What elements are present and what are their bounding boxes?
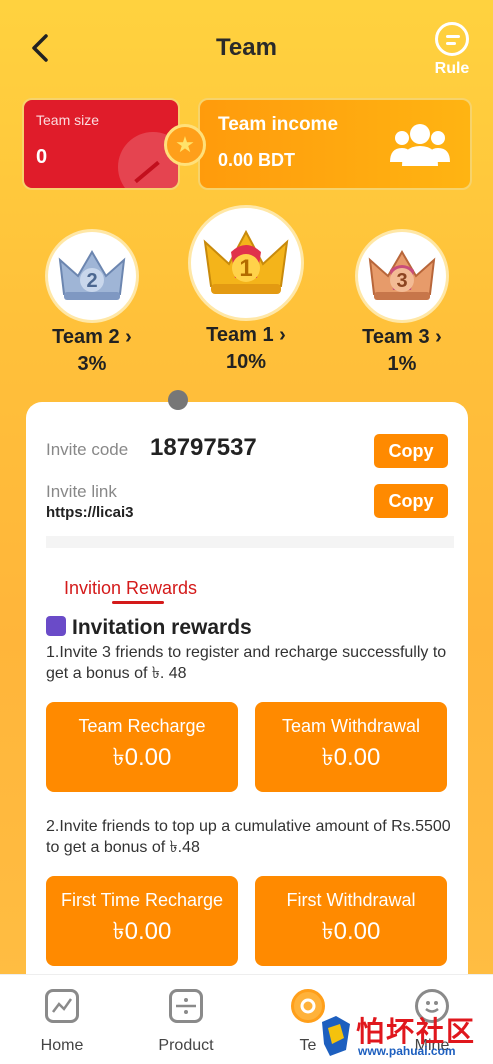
invite-link-value: https://licai3: [46, 504, 134, 521]
copy-link-button[interactable]: Copy: [374, 484, 448, 518]
crown-bronze-icon: 3: [358, 232, 446, 320]
team-withdrawal-card: Team Withdrawal ৳0.00: [255, 702, 447, 792]
card-label: First Withdrawal: [286, 890, 416, 910]
section-title: Invitation rewards: [46, 616, 252, 640]
people-icon: [390, 124, 450, 166]
invite-panel: Invite code 18797537 Copy Invite link ht…: [26, 402, 468, 1022]
invite-link-label: Invite link: [46, 482, 117, 501]
first-withdrawal-card: First Withdrawal ৳0.00: [255, 876, 447, 966]
reward-rule-1: 1.Invite 3 friends to register and recha…: [46, 644, 447, 682]
team-income-value: 0.00 BDT: [218, 150, 296, 170]
rule-button[interactable]: Rule: [431, 22, 473, 78]
team-income-label: Team income: [218, 114, 339, 135]
nav-product[interactable]: Product: [146, 989, 226, 1055]
invite-code-value: 18797537: [150, 434, 257, 461]
team-size-label: Team size: [36, 112, 100, 128]
tier-team-2[interactable]: 2 Team 2 › 3%: [44, 232, 140, 376]
product-icon: [169, 989, 203, 1023]
team-recharge-card: Team Recharge ৳0.00: [46, 702, 238, 792]
invite-code-label: Invite code: [46, 440, 129, 459]
watermark: 怕坏社区 www.pahuai.com: [318, 1008, 488, 1062]
tier-team-3[interactable]: 3 Team 3 › 1%: [354, 232, 450, 376]
watermark-logo-icon: [322, 1016, 350, 1056]
tier-name: Team 1 ›: [206, 324, 286, 346]
divider: [46, 536, 454, 548]
team-size-card: Team size 0: [22, 98, 180, 190]
nav-home[interactable]: Home: [22, 989, 102, 1055]
rule-icon: [435, 22, 469, 56]
tab-invition-rewards[interactable]: Invition Rewards: [64, 578, 197, 599]
card-value: ৳0.00: [112, 744, 172, 771]
star-icon: ★: [164, 124, 206, 166]
copy-code-button[interactable]: Copy: [374, 434, 448, 468]
rule-label: Rule: [434, 60, 470, 77]
header: Team Rule: [0, 0, 493, 96]
tier-percent: 10%: [225, 351, 267, 373]
team-income-card: Team income 0.00 BDT: [198, 98, 472, 190]
tier-name: Team 3 ›: [362, 326, 442, 348]
first-time-recharge-card: First Time Recharge ৳0.00: [46, 876, 238, 966]
card-value: ৳0.00: [321, 918, 381, 945]
tab-underline: [112, 601, 164, 604]
nav-label: Product: [158, 1037, 214, 1054]
crown-silver-icon: 2: [48, 232, 136, 320]
card-value: ৳0.00: [112, 918, 172, 945]
floating-dot[interactable]: [168, 390, 188, 410]
tier-percent: 3%: [77, 353, 107, 375]
gift-icon: [46, 616, 66, 636]
crown-number: 3: [396, 270, 407, 292]
tier-team-1[interactable]: 1 Team 1 › 10%: [188, 208, 304, 374]
card-label: First Time Recharge: [60, 890, 224, 910]
chart-icon: [45, 989, 79, 1023]
team-size-value: 0: [36, 146, 48, 168]
crown-gold-icon: 1: [191, 208, 301, 318]
reward-rule-2: 2.Invite friends to top up a cumulative …: [46, 818, 451, 856]
card-label: Team Withdrawal: [281, 716, 421, 736]
tier-name: Team 2 ›: [52, 326, 132, 348]
watermark-url: www.pahuai.com: [358, 1044, 456, 1058]
card-label: Team Recharge: [78, 716, 206, 736]
card-value: ৳0.00: [321, 744, 381, 771]
nav-label: Home: [40, 1037, 84, 1054]
crown-number: 2: [86, 270, 97, 292]
tier-percent: 1%: [387, 353, 417, 375]
page-title: Team: [216, 34, 277, 61]
crown-number: 1: [239, 255, 252, 282]
